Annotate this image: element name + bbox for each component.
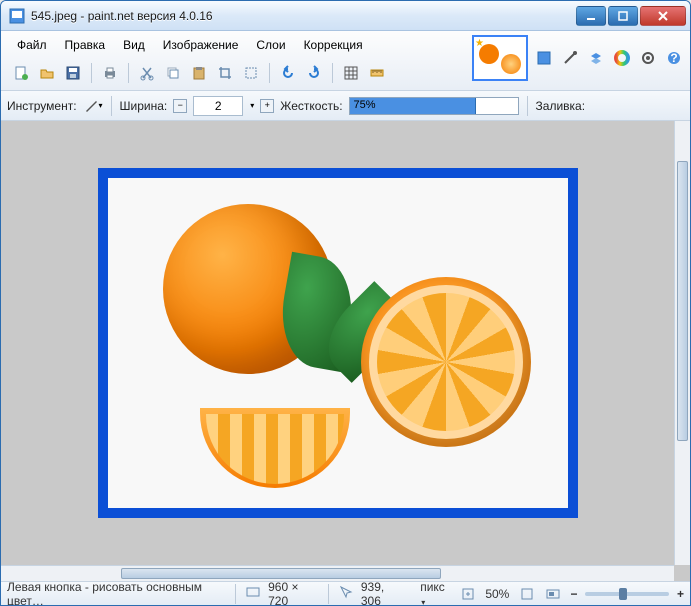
layers-window-icon[interactable]: [586, 48, 606, 68]
menu-view[interactable]: Вид: [115, 35, 153, 55]
minimize-button[interactable]: [576, 6, 606, 26]
new-icon[interactable]: [11, 63, 31, 83]
undo-icon[interactable]: [278, 63, 298, 83]
separator: [328, 584, 329, 604]
cursor-icon: [339, 585, 353, 602]
zoom-window-icon[interactable]: [544, 584, 563, 604]
separator: [269, 63, 270, 83]
deselect-icon[interactable]: [241, 63, 261, 83]
hardness-value: 75%: [354, 99, 376, 111]
statusbar: Левая кнопка - рисовать основным цвет… 9…: [1, 581, 690, 605]
window-title: 545.jpeg - paint.net версия 4.0.16: [31, 9, 576, 23]
cursor-position: 939, 306: [361, 580, 404, 606]
zoom-in-icon[interactable]: +: [677, 587, 684, 601]
colors-window-icon[interactable]: [612, 48, 632, 68]
width-label: Ширина:: [120, 99, 168, 113]
thumbnail-preview: [477, 40, 523, 76]
panel-toggle-icon[interactable]: [534, 48, 554, 68]
zoom-actual-icon[interactable]: [517, 584, 536, 604]
paste-icon[interactable]: [189, 63, 209, 83]
cut-icon[interactable]: [137, 63, 157, 83]
separator: [332, 63, 333, 83]
save-icon[interactable]: [63, 63, 83, 83]
close-button[interactable]: [640, 6, 686, 26]
instrument-label: Инструмент:: [7, 99, 77, 113]
fill-label: Заливка:: [536, 99, 586, 113]
menu-edit[interactable]: Правка: [57, 35, 114, 55]
document-thumbnail[interactable]: ★: [472, 35, 528, 81]
grid-icon[interactable]: [341, 63, 361, 83]
main-toolbar: [9, 59, 389, 87]
dimensions-icon: [246, 585, 260, 602]
tool-window-icon[interactable]: [560, 48, 580, 68]
zoom-fit-icon[interactable]: [459, 584, 478, 604]
chevron-down-icon: ▾: [99, 101, 103, 110]
menu-file[interactable]: Файл: [9, 35, 55, 55]
settings-icon[interactable]: [638, 48, 658, 68]
width-input[interactable]: [193, 96, 243, 116]
separator: [111, 96, 112, 116]
scrollbar-thumb[interactable]: [677, 161, 688, 441]
svg-text:?: ?: [670, 51, 677, 65]
menu-and-toolbar-row: Файл Правка Вид Изображение Слои Коррекц…: [1, 31, 690, 91]
chevron-down-icon[interactable]: ▾: [250, 101, 254, 110]
hardness-label: Жесткость:: [280, 99, 342, 113]
redo-icon[interactable]: [304, 63, 324, 83]
half-orange-shape: [361, 277, 531, 447]
canvas-viewport[interactable]: [1, 121, 674, 565]
separator: [91, 63, 92, 83]
zoom-slider-knob[interactable]: [619, 588, 627, 600]
image-content: [108, 178, 568, 508]
status-hint: Левая кнопка - рисовать основным цвет…: [7, 580, 225, 606]
zoom-out-icon[interactable]: −: [570, 587, 577, 601]
zoom-slider[interactable]: [585, 592, 669, 596]
crop-icon[interactable]: [215, 63, 235, 83]
width-increment-button[interactable]: +: [260, 99, 274, 113]
menubar: Файл Правка Вид Изображение Слои Коррекц…: [9, 35, 389, 55]
app-window: 545.jpeg - paint.net версия 4.0.16 Файл …: [0, 0, 691, 606]
copy-icon[interactable]: [163, 63, 183, 83]
menu-adjustments[interactable]: Коррекция: [296, 35, 371, 55]
canvas-image[interactable]: [98, 168, 578, 518]
separator: [128, 63, 129, 83]
open-icon[interactable]: [37, 63, 57, 83]
chevron-down-icon: ▾: [421, 598, 425, 606]
separator: [527, 96, 528, 116]
window-controls: [576, 6, 686, 26]
hardness-slider[interactable]: 75%: [349, 97, 519, 115]
menu-image[interactable]: Изображение: [155, 35, 247, 55]
brush-tool-icon[interactable]: ▾: [83, 96, 103, 116]
vertical-scrollbar[interactable]: [674, 121, 690, 565]
ruler-icon[interactable]: [367, 63, 387, 83]
maximize-button[interactable]: [608, 6, 638, 26]
titlebar: 545.jpeg - paint.net версия 4.0.16: [1, 1, 690, 31]
zoom-level[interactable]: 50%: [485, 587, 509, 601]
menu-layers[interactable]: Слои: [248, 35, 293, 55]
help-icon[interactable]: ?: [664, 48, 684, 68]
unit-selector[interactable]: пикс ▾: [420, 580, 451, 606]
orange-wedge-shape: [200, 408, 350, 488]
canvas-area: [1, 121, 690, 581]
horizontal-scrollbar[interactable]: [1, 565, 674, 581]
width-decrement-button[interactable]: −: [173, 99, 187, 113]
scrollbar-thumb[interactable]: [121, 568, 441, 579]
menubar-container: Файл Правка Вид Изображение Слои Коррекц…: [1, 31, 395, 87]
document-thumbnails: ★ ?: [466, 31, 690, 85]
tool-options-row: Инструмент: ▾ Ширина: − ▾ + Жесткость: 7…: [1, 91, 690, 121]
image-dimensions: 960 × 720: [268, 580, 318, 606]
separator: [235, 584, 236, 604]
app-icon: [9, 8, 25, 24]
print-icon[interactable]: [100, 63, 120, 83]
